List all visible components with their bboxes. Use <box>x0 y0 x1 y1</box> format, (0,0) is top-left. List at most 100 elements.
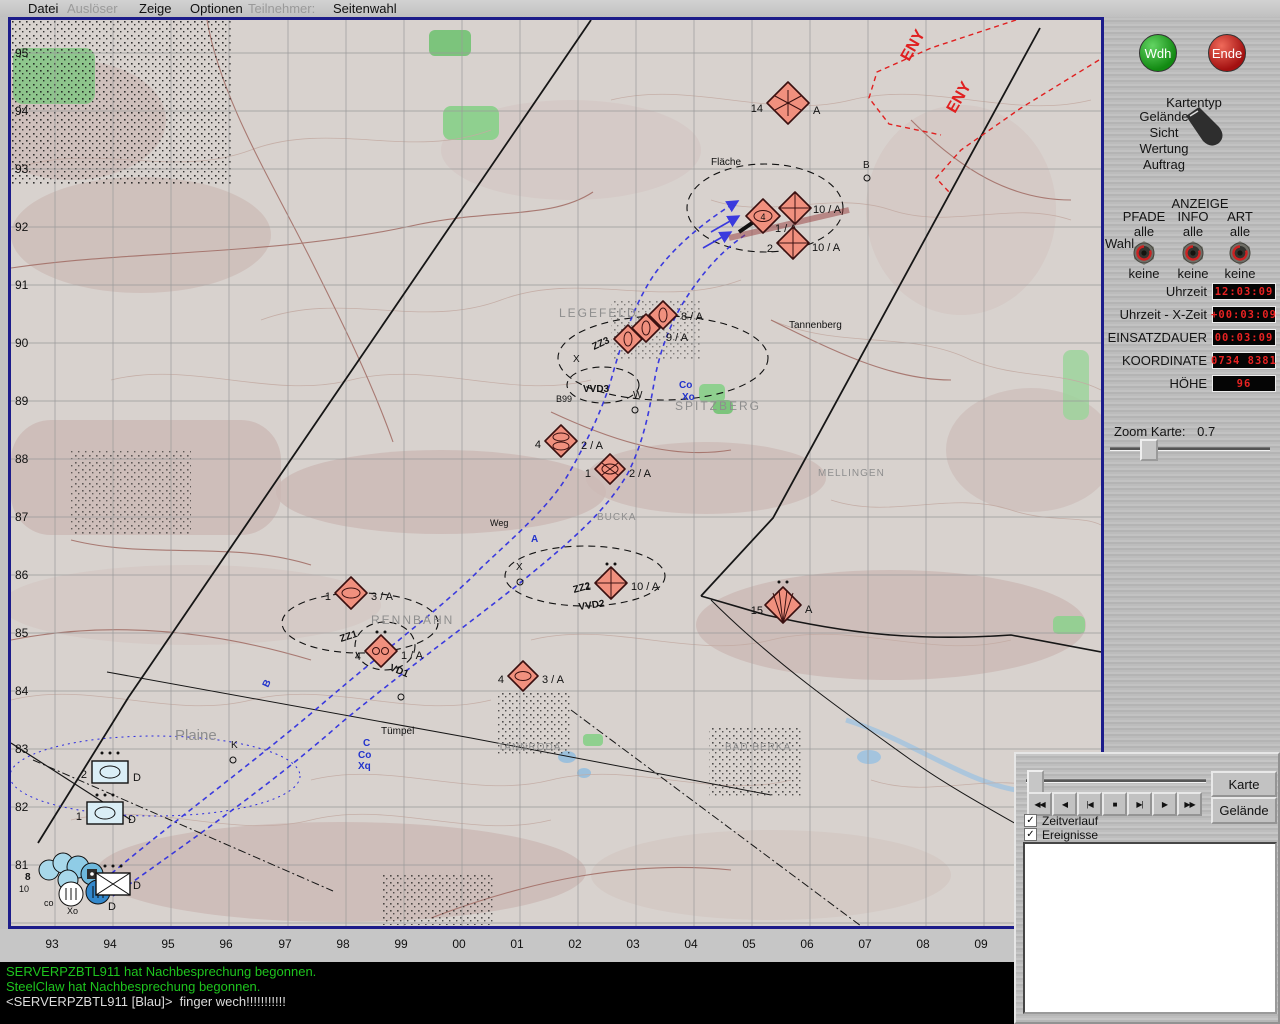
blue-unit-1d[interactable]: 1 D <box>76 794 136 827</box>
hoehe-label: HÖHE <box>1104 376 1212 391</box>
info-knob[interactable] <box>1180 240 1206 266</box>
zeitverlauf-checkbox[interactable] <box>1024 814 1037 827</box>
svg-text:MELLINGEN: MELLINGEN <box>818 468 885 479</box>
svg-text:8 / A: 8 / A <box>681 311 704 323</box>
time-slider-track[interactable] <box>1026 779 1206 783</box>
zoom-slider-track[interactable] <box>1110 447 1270 451</box>
fast-forward-button[interactable]: ▶▶ <box>1177 792 1202 816</box>
anzeige-pfade-keine[interactable]: keine <box>1116 266 1172 281</box>
red-unit-10a-center[interactable]: 1 10 / A <box>585 563 660 600</box>
menu-seitenwahl[interactable]: Seitenwahl <box>333 1 397 16</box>
coordinate-strip: 93 94 95 96 97 98 99 00 01 02 03 04 05 0… <box>0 929 1104 962</box>
svg-text:VVD3: VVD3 <box>583 384 610 395</box>
svg-text:Co: Co <box>679 380 692 391</box>
anzeige-art-label: ART <box>1212 209 1268 224</box>
svg-text:95: 95 <box>15 46 29 60</box>
zoom-slider-thumb[interactable] <box>1140 439 1158 461</box>
svg-text:2 / A: 2 / A <box>581 440 604 452</box>
x-label: 07 <box>858 937 871 951</box>
svg-text:4: 4 <box>355 651 361 663</box>
x-label: 98 <box>336 937 349 951</box>
gelaende-button[interactable]: Gelände <box>1211 797 1277 824</box>
anzeige-art-alle[interactable]: alle <box>1212 224 1268 239</box>
svg-text:3 / A: 3 / A <box>542 674 565 686</box>
menu-teilnehmer: Teilnehmer: <box>248 1 315 16</box>
pfade-knob[interactable] <box>1131 240 1157 266</box>
pen-cursor-icon <box>1182 104 1230 150</box>
svg-text:D: D <box>108 901 116 913</box>
svg-text:ZZ3: ZZ3 <box>591 335 612 353</box>
chat-console: SERVERPZBTL911 hat Nachbesprechung begon… <box>0 962 1014 1024</box>
svg-text:10 / A: 10 / A <box>813 204 842 216</box>
svg-text:ZZ1: ZZ1 <box>339 629 360 645</box>
ende-button[interactable]: Ende <box>1208 34 1246 72</box>
svg-text:Plaine: Plaine <box>175 727 217 744</box>
zoom-karte-label: Zoom Karte: <box>1114 424 1186 439</box>
ereignisse-checkbox[interactable] <box>1024 828 1037 841</box>
svg-text:14: 14 <box>751 103 763 115</box>
svg-text:94: 94 <box>15 104 29 118</box>
karte-button[interactable]: Karte <box>1211 771 1277 797</box>
svg-text:84: 84 <box>15 684 29 698</box>
svg-text:4: 4 <box>498 674 504 686</box>
menu-optionen[interactable]: Optionen <box>190 1 243 16</box>
menu-datei[interactable]: Datei <box>28 1 58 16</box>
svg-text:B: B <box>863 160 870 171</box>
eny-label-1: ENY <box>898 27 929 64</box>
svg-text:VD1: VD1 <box>388 663 411 681</box>
play-button[interactable]: ▶ <box>1152 792 1177 816</box>
x-label: 93 <box>45 937 58 951</box>
stop-button[interactable]: ■ <box>1102 792 1127 816</box>
svg-text:90: 90 <box>15 336 29 350</box>
svg-text:B: B <box>261 678 274 689</box>
anzeige-pfade-alle[interactable]: alle <box>1116 224 1172 239</box>
time-slider-thumb[interactable] <box>1027 770 1044 794</box>
svg-text:85: 85 <box>15 626 29 640</box>
svg-text:10: 10 <box>19 884 29 894</box>
svg-text:B99: B99 <box>556 394 572 404</box>
svg-text:1: 1 <box>76 811 82 823</box>
red-unit-3a-south[interactable]: 4 3 / A <box>498 661 565 691</box>
red-unit-recon-14[interactable]: 14 A <box>751 82 821 124</box>
menu-zeige[interactable]: Zeige <box>139 1 172 16</box>
einsatzdauer-label: EINSATZDAUER <box>1104 330 1212 345</box>
step-forward-button[interactable]: ▶| <box>1127 792 1152 816</box>
svg-text:D: D <box>128 814 136 826</box>
svg-text:1: 1 <box>325 591 331 603</box>
svg-text:W: W <box>633 390 643 401</box>
x-label: 02 <box>568 937 581 951</box>
x-label: 00 <box>452 937 465 951</box>
event-listbox[interactable] <box>1023 842 1277 1014</box>
svg-text:9 / A: 9 / A <box>666 332 689 344</box>
zoom-karte-value: 0.7 <box>1197 424 1215 439</box>
assembly-area-blue <box>11 736 300 816</box>
console-line: <SERVERPZBTL911 [Blau]> finger wech!!!!!… <box>6 994 1014 1009</box>
red-unit-1a[interactable]: 4 1 / A <box>355 631 424 668</box>
playback-window: ◀◀ ◀ |◀ ■ ▶| ▶ ▶▶ Karte Gelände Zeitverl… <box>1014 752 1280 1024</box>
blue-unit-2d[interactable]: 2 D <box>81 752 141 785</box>
art-knob[interactable] <box>1227 240 1253 266</box>
wdh-button[interactable]: Wdh <box>1139 34 1177 72</box>
svg-text:88: 88 <box>15 452 29 466</box>
step-back-button[interactable]: |◀ <box>1077 792 1102 816</box>
map-canvas[interactable]: 95 94 93 92 91 90 89 88 87 86 85 84 83 8… <box>11 20 1101 926</box>
kartentyp-option-auftrag[interactable]: Auftrag <box>1110 157 1218 173</box>
einsatzdauer-display: 00:03:09 <box>1212 329 1276 346</box>
zeitverlauf-label: Zeitverlauf <box>1042 814 1098 828</box>
koordinate-label: KOORDINATE <box>1104 353 1212 368</box>
x-label: 95 <box>161 937 174 951</box>
map-window[interactable]: 95 94 93 92 91 90 89 88 87 86 85 84 83 8… <box>8 17 1104 929</box>
svg-text:X: X <box>573 354 580 365</box>
x-label: 04 <box>684 937 697 951</box>
anzeige-art-keine[interactable]: keine <box>1212 266 1268 281</box>
xzeit-display: +00:03:09 <box>1212 306 1276 323</box>
ereignisse-label: Ereignisse <box>1042 828 1098 842</box>
rewind-button[interactable]: ◀◀ <box>1027 792 1052 816</box>
play-backward-button[interactable]: ◀ <box>1052 792 1077 816</box>
svg-text:C: C <box>363 738 370 749</box>
svg-text:D: D <box>133 772 141 784</box>
console-line: SERVERPZBTL911 hat Nachbesprechung begon… <box>6 964 1014 979</box>
svg-text:93: 93 <box>15 162 29 176</box>
x-label: 94 <box>103 937 116 951</box>
svg-text:LEGEFELD: LEGEFELD <box>559 306 638 320</box>
